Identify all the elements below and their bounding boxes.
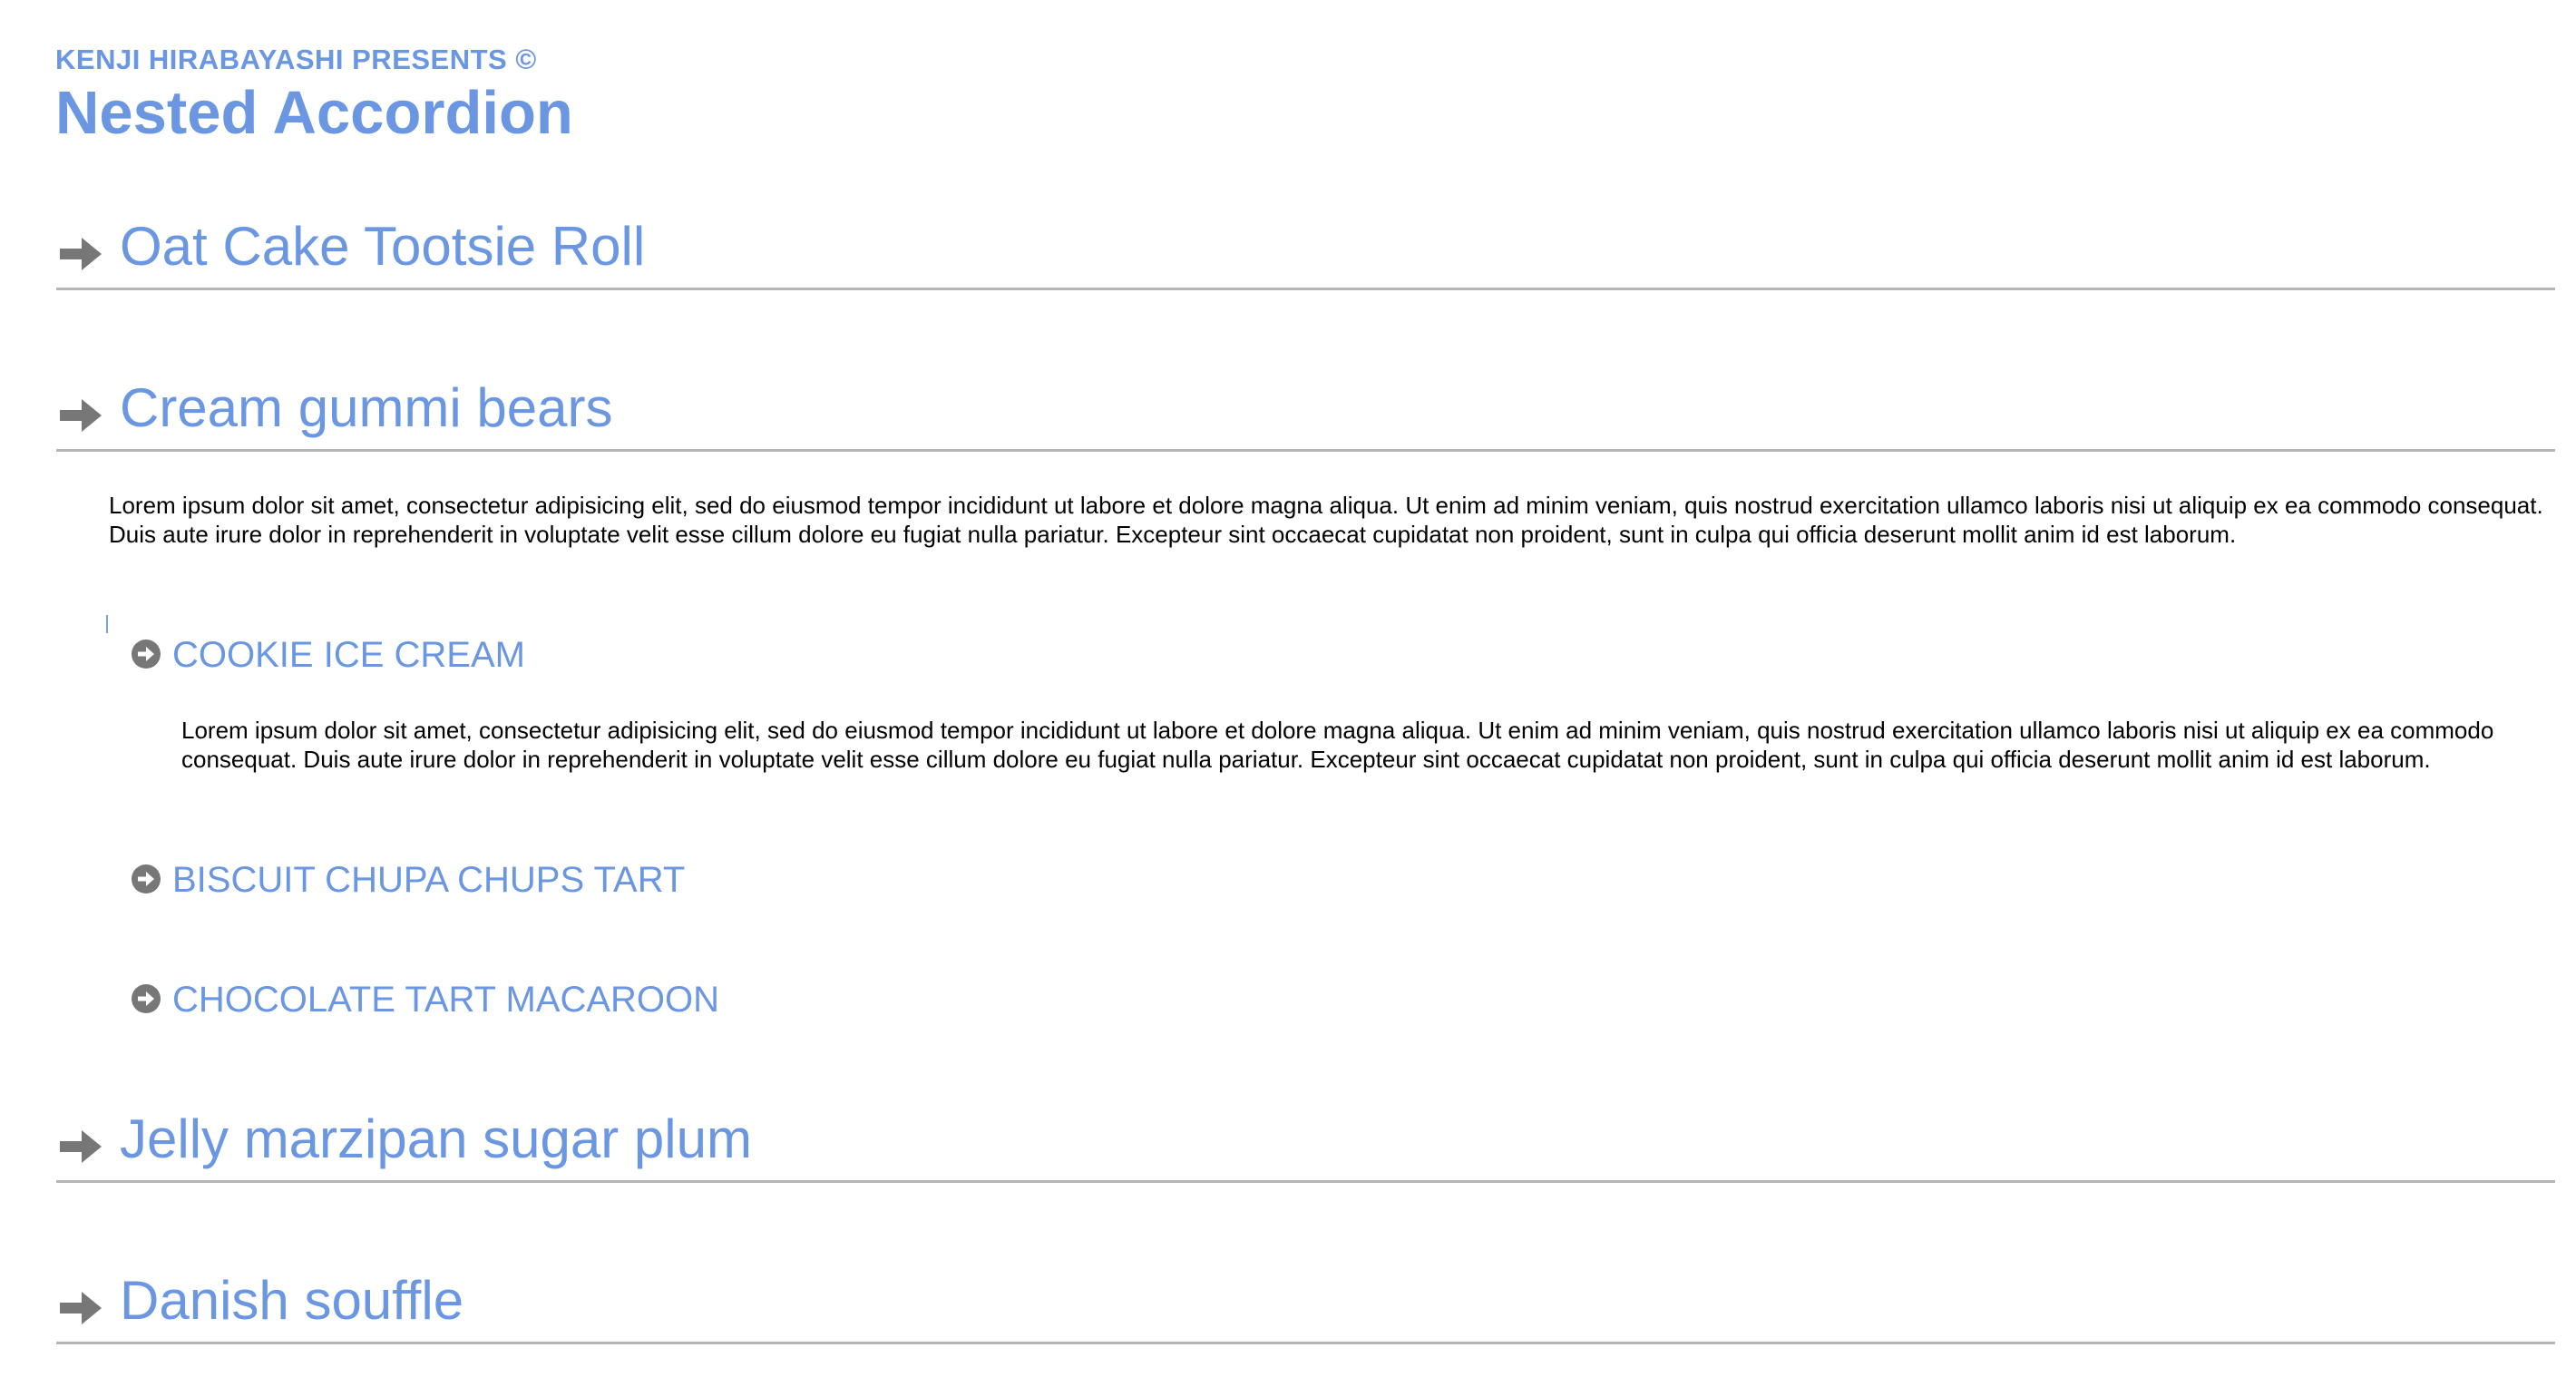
text-caret: [106, 615, 108, 633]
arrow-right-icon: [60, 1292, 102, 1324]
circle-arrow-right-icon: [132, 864, 161, 894]
presents-heading: KENJI HIRABAYASHI PRESENTS ©: [55, 44, 537, 75]
circle-arrow-right-icon: [132, 640, 161, 669]
sub-accordion-header-cookie-ice-cream[interactable]: COOKIE ICE CREAM: [131, 630, 2398, 680]
sub-accordion-header-label: BISCUIT CHUPA CHUPS TART: [172, 860, 686, 900]
sub-accordion-header-label: COOKIE ICE CREAM: [172, 635, 525, 675]
page-title: Nested Accordion: [55, 79, 573, 147]
circle-arrow-right-icon: [132, 984, 161, 1013]
accordion-header-danish-souffle[interactable]: Danish souffle: [56, 1255, 2555, 1344]
sub-accordion-panel-text: Lorem ipsum dolor sit amet, consectetur …: [181, 717, 2494, 773]
accordion-header-oat-cake[interactable]: Oat Cake Tootsie Roll: [56, 201, 2555, 290]
divider: [56, 288, 2555, 290]
sub-accordion-header-label: CHOCOLATE TART MACAROON: [172, 980, 720, 1020]
accordion-header-label: Jelly marzipan sugar plum: [120, 1108, 752, 1169]
arrow-right-icon: [60, 238, 102, 270]
divider: [56, 449, 2555, 452]
accordion-header-cream-gummi[interactable]: Cream gummi bears: [56, 363, 2555, 452]
accordion-header-label: Oat Cake Tootsie Roll: [120, 216, 646, 277]
arrow-right-icon: [60, 399, 102, 432]
page: KENJI HIRABAYASHI PRESENTS © Nested Acco…: [0, 0, 2576, 1377]
divider: [56, 1342, 2555, 1344]
accordion-header-label: Danish souffle: [120, 1270, 464, 1331]
sub-accordion-header-biscuit[interactable]: BISCUIT CHUPA CHUPS TART: [131, 855, 2398, 905]
accordion-header-label: Cream gummi bears: [120, 377, 613, 438]
accordion-header-jelly-marzipan[interactable]: Jelly marzipan sugar plum: [56, 1094, 2555, 1183]
sub-accordion-header-chocolate[interactable]: CHOCOLATE TART MACAROON: [131, 974, 2398, 1025]
accordion-panel-text: Lorem ipsum dolor sit amet, consectetur …: [109, 492, 2543, 548]
divider: [56, 1180, 2555, 1183]
arrow-right-icon: [60, 1130, 102, 1163]
